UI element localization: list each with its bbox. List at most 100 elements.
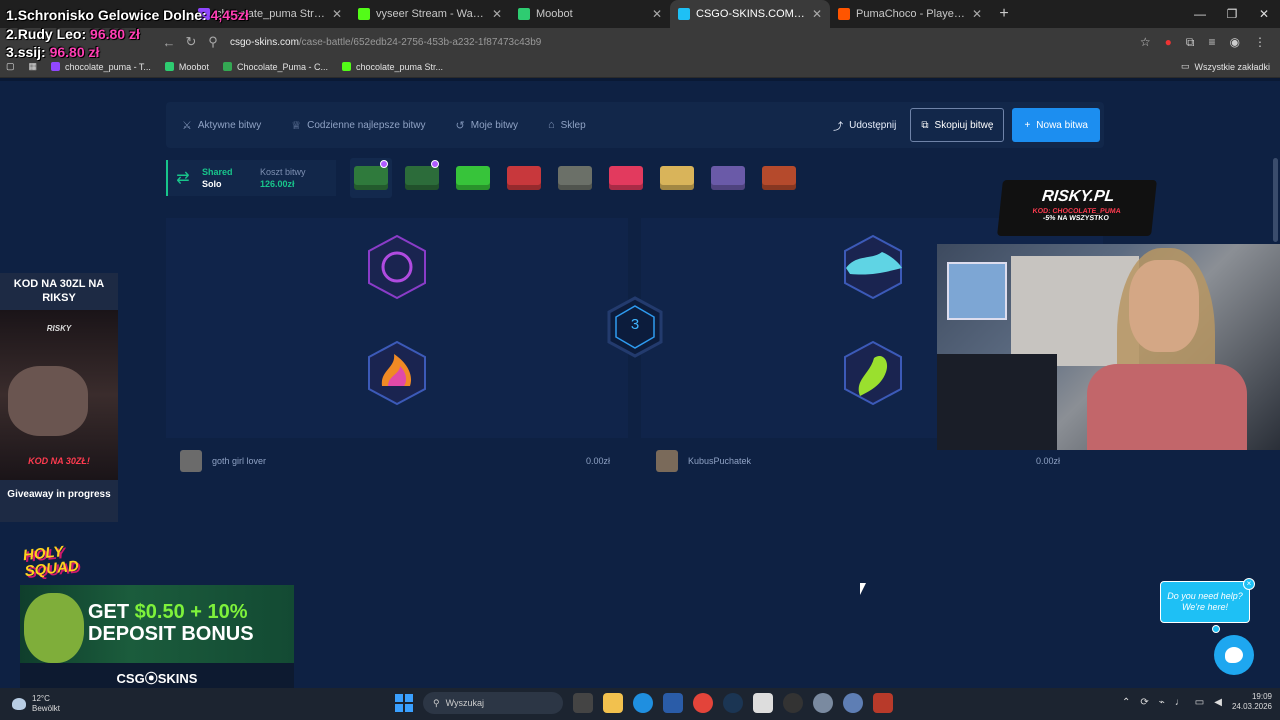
minimize-icon[interactable]: — xyxy=(1184,7,1216,21)
csgoskins-logo: CSG⦿SKINS xyxy=(20,663,294,688)
app-icon[interactable] xyxy=(843,693,863,713)
item-badge-purple xyxy=(366,234,428,300)
store-icon[interactable] xyxy=(663,693,683,713)
battle-info-panel: ⇄ Shared Solo Koszt bitwy 126.00zł xyxy=(166,160,336,196)
tab-title: PumaChoco - Player Profile - F xyxy=(856,8,966,20)
player-2-amount: 0.00zł xyxy=(1035,456,1060,466)
page-scrollbar[interactable] xyxy=(1273,158,1278,242)
case-9[interactable] xyxy=(758,158,800,198)
copy-icon: ⧉ xyxy=(921,119,929,131)
risky-sponsor-logo: RISKY.PL KOD: CHOCOLATE_PUMA -5% NA WSZY… xyxy=(997,180,1157,236)
nav-item-label: Aktywne bitwy xyxy=(197,119,262,131)
bookmark-1[interactable]: chocolate_puma - T... xyxy=(51,62,151,72)
new-battle-button[interactable]: + Nowa bitwa xyxy=(1012,108,1100,142)
nav-item-1[interactable]: ⚔ Aktywne bitwy xyxy=(182,119,261,132)
handshake-icon: ⇄ xyxy=(176,170,190,187)
round-number: 3 xyxy=(630,316,640,333)
help-close-icon[interactable]: × xyxy=(1243,578,1255,590)
start-icon[interactable] xyxy=(395,694,413,712)
close-window-icon[interactable]: ✕ xyxy=(1248,7,1280,21)
giveaway-label: Giveaway in progress xyxy=(0,480,118,522)
tray-volume-icon[interactable]: ◀ xyxy=(1214,697,1222,708)
tab-title: CSGO-SKINS.COM - Najlepsze xyxy=(696,8,806,20)
case-badge-dot xyxy=(431,160,439,168)
media-icon[interactable]: ≡ xyxy=(1209,35,1216,50)
browser-menu-icon[interactable]: ⋮ xyxy=(1254,35,1266,50)
browser-tab-3[interactable]: Moobot ✕ xyxy=(510,0,670,28)
chrome-icon[interactable] xyxy=(693,693,713,713)
taskbar-search[interactable]: ⚲ Wyszukaj xyxy=(423,692,563,714)
case-5[interactable] xyxy=(554,158,596,198)
case-image xyxy=(609,166,643,190)
case-image xyxy=(711,166,745,190)
sidebar-icon[interactable]: ▢ xyxy=(6,61,15,72)
player-2-avatar[interactable] xyxy=(656,450,678,472)
weather-text: Bewölkt xyxy=(32,704,61,713)
edge-icon[interactable] xyxy=(633,693,653,713)
tray-sync-icon[interactable]: ⟳ xyxy=(1140,697,1148,708)
case-1[interactable] xyxy=(350,158,392,198)
player-1-name[interactable]: goth girl lover xyxy=(212,456,266,466)
notepad-icon[interactable] xyxy=(753,693,773,713)
tray-chevron-icon[interactable]: ⌃ xyxy=(1122,697,1130,708)
all-bookmarks-folder[interactable]: ▭ Wszystkie zakładki xyxy=(1181,61,1270,72)
case-6[interactable] xyxy=(605,158,647,198)
windows-taskbar: 12°C Bewölkt ⚲ Wyszukaj ⌃ ⟳ ⌁ ♩ ▭ ◀ 19:0… xyxy=(0,688,1280,720)
risky-code-panel: KOD NA 30ZL NA RIKSY RISKY KOD NA 30ZŁ! … xyxy=(0,273,118,522)
profile-avatar[interactable]: ◉ xyxy=(1230,35,1240,50)
extension-red-icon[interactable]: ● xyxy=(1165,35,1172,50)
case-8[interactable] xyxy=(707,158,749,198)
tray-display-icon[interactable]: ▭ xyxy=(1195,697,1204,708)
browser-tab-5[interactable]: PumaChoco - Player Profile - F ✕ xyxy=(830,0,990,28)
screen: chocolate_puma Stream - Watc✕vyseer Stre… xyxy=(0,0,1280,720)
case-7[interactable] xyxy=(656,158,698,198)
leaderboard-overlay: 1.Schronisko Gelowice Dolne: 4,45zł 2.Ru… xyxy=(6,6,249,62)
restore-icon[interactable]: ❐ xyxy=(1216,7,1248,21)
tab-favicon-icon xyxy=(358,8,370,20)
tab-close-icon[interactable]: ✕ xyxy=(652,7,662,21)
shield-app-icon[interactable] xyxy=(873,693,893,713)
case-image xyxy=(660,166,694,190)
task-view-icon[interactable] xyxy=(573,693,593,713)
clock[interactable]: 19:09 24.03.2026 xyxy=(1232,692,1272,712)
file-explorer-icon[interactable] xyxy=(603,693,623,713)
browser-tab-2[interactable]: vyseer Stream - Watch Live on ✕ xyxy=(350,0,510,28)
settings-icon[interactable] xyxy=(813,693,833,713)
apps-grid-icon[interactable]: ▦ xyxy=(29,61,38,72)
player-2-name[interactable]: KubusPuchatek xyxy=(688,456,751,466)
chat-icon xyxy=(1225,647,1243,663)
share-button[interactable]: ⤴ Udostępnij xyxy=(833,118,896,133)
case-3[interactable] xyxy=(452,158,494,198)
nav-item-3[interactable]: ↺ Moje bitwy xyxy=(456,119,518,132)
bookmark-star-icon[interactable]: ☆ xyxy=(1140,35,1151,50)
nav-item-2[interactable]: ♕ Codzienne najlepsze bitwy xyxy=(291,119,425,132)
new-tab-button[interactable]: + xyxy=(990,5,1018,23)
browser-tab-4[interactable]: CSGO-SKINS.COM - Najlepsze ✕ xyxy=(670,0,830,28)
extensions-icon[interactable]: ⧉ xyxy=(1186,35,1195,50)
tab-close-icon[interactable]: ✕ xyxy=(972,7,982,21)
tab-close-icon[interactable]: ✕ xyxy=(812,7,822,21)
bookmark-2[interactable]: Moobot xyxy=(164,62,209,72)
case-4[interactable] xyxy=(503,158,545,198)
nav-item-4[interactable]: ⌂ Sklep xyxy=(548,119,586,132)
chat-button[interactable] xyxy=(1214,635,1254,675)
help-bubble[interactable]: Do you need help? We're here! xyxy=(1160,581,1250,623)
obs-icon[interactable] xyxy=(783,693,803,713)
case-2[interactable] xyxy=(401,158,443,198)
copy-battle-button[interactable]: ⧉ Skopiuj bitwę xyxy=(910,108,1005,142)
item-badge-flame xyxy=(366,340,428,406)
bookmark-label: chocolate_puma - T... xyxy=(65,61,151,72)
tab-close-icon[interactable]: ✕ xyxy=(332,7,342,21)
url-field[interactable]: csgo-skins.com/case-battle/652edb24-2756… xyxy=(230,37,1140,48)
tray-network-icon[interactable]: ⌁ xyxy=(1159,697,1165,708)
weather-widget[interactable]: 12°C Bewölkt xyxy=(0,694,200,714)
leaderboard-line-1: 1.Schronisko Gelowice Dolne: 4,45zł xyxy=(6,7,249,23)
bookmark-3[interactable]: Chocolate_Puma - C... xyxy=(222,62,328,72)
player-1-avatar[interactable] xyxy=(180,450,202,472)
trophy-icon: ♕ xyxy=(291,119,302,132)
bookmark-4[interactable]: chocolate_puma Str... xyxy=(342,62,443,72)
tab-close-icon[interactable]: ✕ xyxy=(492,7,502,21)
steam-icon[interactable] xyxy=(723,693,743,713)
tray-mic-icon[interactable]: ♩ xyxy=(1175,697,1185,708)
cost-value: 126.00zł xyxy=(260,179,295,189)
